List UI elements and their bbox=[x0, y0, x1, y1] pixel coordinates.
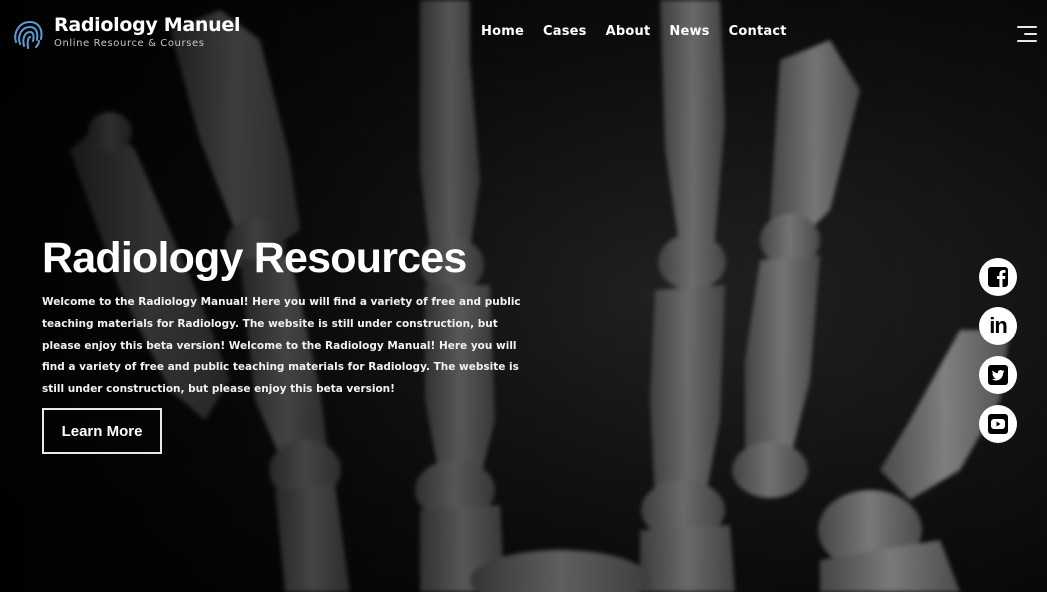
site-header: Radiology Manuel Online Resource & Cours… bbox=[0, 0, 1047, 70]
hero-section: Radiology Resources Welcome to the Radio… bbox=[42, 232, 542, 401]
brand-tagline: Online Resource & Courses bbox=[54, 38, 205, 49]
linkedin-icon[interactable]: in bbox=[979, 307, 1017, 345]
youtube-icon[interactable] bbox=[979, 405, 1017, 443]
nav-cases[interactable]: Cases bbox=[543, 24, 587, 39]
linkedin-label: in bbox=[989, 313, 1008, 338]
learn-more-button[interactable]: Learn More bbox=[42, 408, 162, 454]
social-links: in bbox=[979, 258, 1019, 454]
hero-title: Radiology Resources bbox=[42, 234, 467, 282]
hamburger-menu-icon[interactable] bbox=[1013, 24, 1037, 44]
nav-contact[interactable]: Contact bbox=[729, 24, 787, 39]
nav-about[interactable]: About bbox=[606, 24, 651, 39]
main-nav: Home Cases About News Contact bbox=[481, 24, 787, 39]
hero-description: Welcome to the Radiology Manual! Here yo… bbox=[42, 296, 521, 396]
site-logo[interactable]: Radiology Manuel Online Resource & Cours… bbox=[10, 14, 240, 52]
logo-text: Radiology Manuel Online Resource & Cours… bbox=[54, 14, 240, 49]
nav-news[interactable]: News bbox=[669, 24, 709, 39]
facebook-icon[interactable] bbox=[979, 258, 1017, 296]
fingerprint-logo-icon bbox=[14, 20, 43, 49]
nav-home[interactable]: Home bbox=[481, 24, 524, 39]
twitter-icon[interactable] bbox=[979, 356, 1017, 394]
brand-name: Radiology Manuel bbox=[54, 14, 241, 36]
